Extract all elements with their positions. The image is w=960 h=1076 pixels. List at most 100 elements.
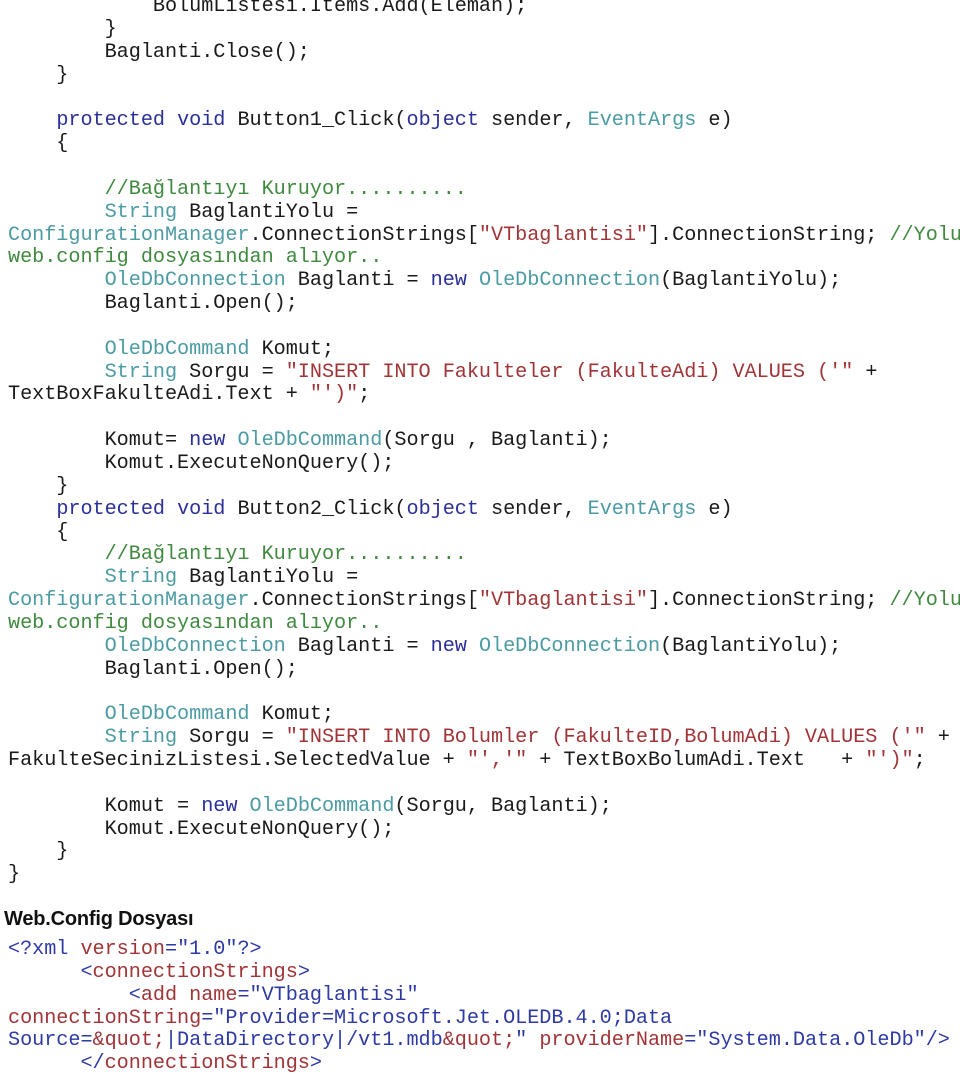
code-token-plain: Komut; [249,703,335,727]
code-token-plain: Baglanti = [285,269,431,293]
code-token-plain: BaglantiYolu = [177,566,359,590]
code-line: } [8,864,20,886]
code-token-type: OleDbCommand [237,429,383,453]
code-token-str: "INSERT INTO Fakulteler (FakulteAdi) VAL… [285,360,854,384]
code-line: BolumListesi.Items.Add(Eleman); [8,0,527,18]
code-token-plain: Sorgu = [177,360,286,384]
code-line: OleDbCommand Komut; [8,337,334,361]
code-line: web.config dosyasından alıyor.. [8,247,382,269]
code-token-type: String [104,360,178,384]
xml-token-xval: "System.Data.OleDb" [696,1029,926,1053]
code-token-plain: Komut = [8,794,202,818]
code-token-str: "VTbaglantisi" [478,223,648,247]
code-token-cmt: web.config dosyasından alıyor.. [8,611,383,635]
code-line: } [8,18,117,41]
xml-line: <?xml version="1.0"?> [8,939,262,961]
code-token-type: ConfigurationManager [8,589,250,613]
code-token-plain: Komut.ExecuteNonQuery(); [8,817,395,841]
code-token-type: String [104,200,178,224]
code-token-kw: new [430,634,467,658]
xml-token-xbr: > [309,1052,322,1076]
code-token-plain: Button2_Click( [225,497,407,521]
code-token-cmt: web.config dosyasından alıyor.. [8,246,383,270]
code-token-plain: Baglanti = [285,634,431,658]
code-line: FakulteSecinizListesi.SelectedValue + "'… [8,750,926,772]
code-token-plain: Komut= [8,429,190,453]
code-token-plain: Button1_Click( [225,109,407,133]
code-token-type: OleDbCommand [104,337,250,361]
code-token-plain: BolumListesi.Items.Add(Eleman); [8,0,528,18]
code-token-plain: + TextBoxBolumAdi.Text + [527,749,866,773]
code-line: Komut = new OleDbCommand(Sorgu, Baglanti… [8,794,612,818]
xml-token-xval: "1.0" [177,938,238,961]
xml-token-xname: providerName [539,1029,685,1053]
xml-token-xname: connectionStrings [92,960,298,984]
code-line: String BaglantiYolu = [8,200,359,224]
code-token-plain: e) [696,497,733,521]
xml-token-xval: "VTbaglantisi" [249,983,419,1007]
code-token-type: OleDbConnection [104,269,286,293]
code-token-kw: new [201,794,238,818]
code-token-type: OleDbConnection [104,634,286,658]
code-line: String BaglantiYolu = [8,566,359,590]
code-line: Baglanti.Close(); [8,40,310,64]
xml-token-xbr: = [237,983,250,1007]
code-token-cmt: //Bağlantıyı Kuruyor.......... [104,177,467,201]
code-line: { [8,521,68,544]
xml-line: <add name="VTbaglantisi" [8,983,419,1007]
code-token-plain: BaglantiYolu = [177,200,359,224]
code-line: } [8,63,69,87]
code-token-kw: void [177,497,226,521]
xml-token-plain [527,1029,539,1052]
code-line: String Sorgu = "INSERT INTO Fakulteler (… [8,360,878,384]
code-token-type: EventArgs [587,109,697,133]
code-token-plain: Baglanti.Close(); [8,40,310,64]
code-token-plain: Baglanti.Open(); [8,292,298,316]
code-token-plain: ].ConnectionString; [647,223,890,247]
code-token-kw: object [406,497,479,521]
code-token-plain: ; [358,383,371,407]
xml-token-xbr: <?xml [8,938,81,961]
section-heading-web-config: Web.Config Dosyası [4,908,194,930]
code-token-plain: (BaglantiYolu); [660,269,842,293]
code-line: web.config dosyasından alıyor.. [8,611,383,635]
code-token-type: ConfigurationManager [8,223,250,247]
code-token-kw: protected [56,497,165,521]
code-token-plain: + [925,726,950,750]
code-token-plain: } [8,63,69,87]
xml-token-plain [177,984,189,1007]
code-token-cmt: //Bağlantıyı Kuruyor.......... [104,543,467,567]
code-token-str: "VTbaglantisi" [478,589,648,613]
code-token-plain: + [853,360,878,384]
xml-token-xbr: = [201,1006,214,1030]
code-token-plain: } [8,474,69,498]
code-token-plain: sender, [478,109,588,133]
code-token-plain: (Sorgu , Baglanti); [382,429,612,453]
code-line: //Bağlantıyı Kuruyor.......... [8,544,467,566]
xml-token-plain [8,1052,80,1075]
code-line: ConfigurationManager.ConnectionStrings["… [8,223,960,247]
code-line: { [8,133,68,155]
code-token-type: OleDbConnection [478,269,661,293]
xml-token-xval: |DataDirectory|/vt1.mdb [164,1029,443,1053]
code-token-kw: new [189,429,226,453]
code-line: OleDbConnection Baglanti = new OleDbConn… [8,634,842,658]
code-line: Baglanti.Open(); [8,293,298,315]
xml-token-xbr: < [128,983,141,1007]
xml-token-xname: add [140,983,178,1007]
code-line: Komut.ExecuteNonQuery(); [8,453,395,475]
xml-token-xval: " [515,1029,528,1053]
code-token-plain: e) [696,109,733,133]
